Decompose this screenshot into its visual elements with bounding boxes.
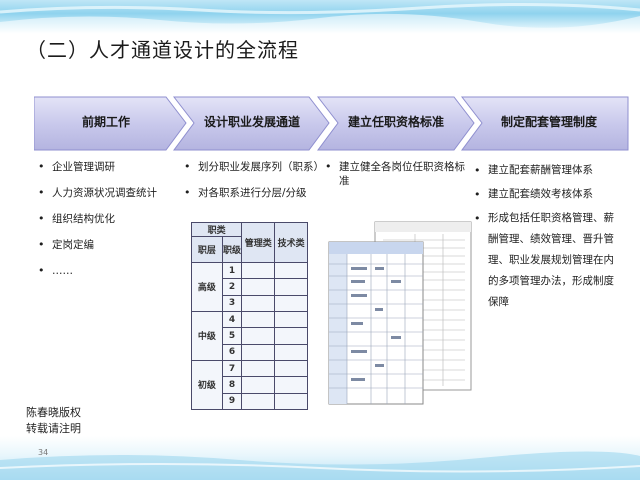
grade-cell: 6 — [221, 343, 243, 361]
list-item: 组织结构优化 — [38, 212, 188, 226]
grade-cell: 5 — [221, 327, 243, 345]
stage-label-career-path: 设计职业发展通道 — [203, 115, 300, 129]
grade-cell: 7 — [221, 359, 243, 378]
copyright-notice: 陈春晓版权 转载请注明 — [26, 405, 81, 437]
grade-cell: 1 — [221, 261, 243, 280]
grade-cell: 9 — [221, 392, 243, 411]
level-label: 高级 — [191, 262, 223, 312]
column-qualification: 建立健全各岗位任职资格标准 — [325, 160, 465, 188]
copyright-line: 转载请注明 — [26, 422, 81, 435]
list-item: 建立配套薪酬管理体系 — [474, 160, 624, 181]
grade-cell: 4 — [221, 310, 243, 329]
level-label: 初级 — [191, 359, 223, 411]
list-item: …… — [38, 264, 188, 278]
list-item: 定岗定编 — [38, 238, 188, 252]
footer-band — [0, 436, 640, 480]
grade-cell: 8 — [221, 376, 243, 394]
qualification-form-images — [325, 220, 475, 410]
list-item: 人力资源状况调查统计 — [38, 186, 188, 200]
level-label: 中级 — [191, 310, 223, 361]
list-item: 形成包括任职资格管理、薪酬管理、绩效管理、晋升管理、职业发展规划管理在内的多项管… — [474, 208, 624, 313]
grade-cell: 2 — [221, 278, 243, 296]
header-technical: 技术类 — [274, 222, 308, 263]
copyright-line: 陈春晓版权 — [26, 406, 81, 419]
list-item: 对各职系进行分层/分级 — [184, 186, 334, 200]
header-category: 职类 — [190, 222, 243, 237]
stage-label-prep: 前期工作 — [81, 115, 130, 129]
list-item: 划分职业发展序列（职系） — [184, 160, 334, 174]
page-number: 34 — [38, 448, 49, 457]
column-prep: 企业管理调研 人力资源状况调查统计 组织结构优化 定岗定编 …… — [38, 160, 188, 278]
header-grade: 职级 — [221, 236, 243, 263]
stage-label-system: 制定配套管理制度 — [500, 115, 597, 129]
list-item: 建立配套绩效考核体系 — [474, 184, 624, 205]
list-item: 建立健全各岗位任职资格标准 — [325, 160, 465, 188]
header-management: 管理类 — [241, 222, 276, 263]
column-system: 建立配套薪酬管理体系 建立配套绩效考核体系 形成包括任职资格管理、薪酬管理、绩效… — [474, 160, 624, 313]
grade-table: 职类 管理类 技术类 职层 职级 高级 1 2 3 中级 4 5 6 初级 7 … — [190, 222, 308, 411]
stage-label-qualification: 建立任职资格标准 — [347, 115, 444, 129]
slide-title: （二）人才通道设计的全流程 — [26, 38, 299, 62]
header-band — [0, 0, 640, 34]
list-item: 企业管理调研 — [38, 160, 188, 174]
process-flow: 前期工作 设计职业发展通道 建立任职资格标准 制定配套管理制度 — [34, 95, 630, 152]
header-level: 职层 — [191, 236, 223, 263]
column-career-path: 划分职业发展序列（职系） 对各职系进行分层/分级 — [184, 160, 334, 200]
grade-cell: 3 — [221, 294, 243, 312]
